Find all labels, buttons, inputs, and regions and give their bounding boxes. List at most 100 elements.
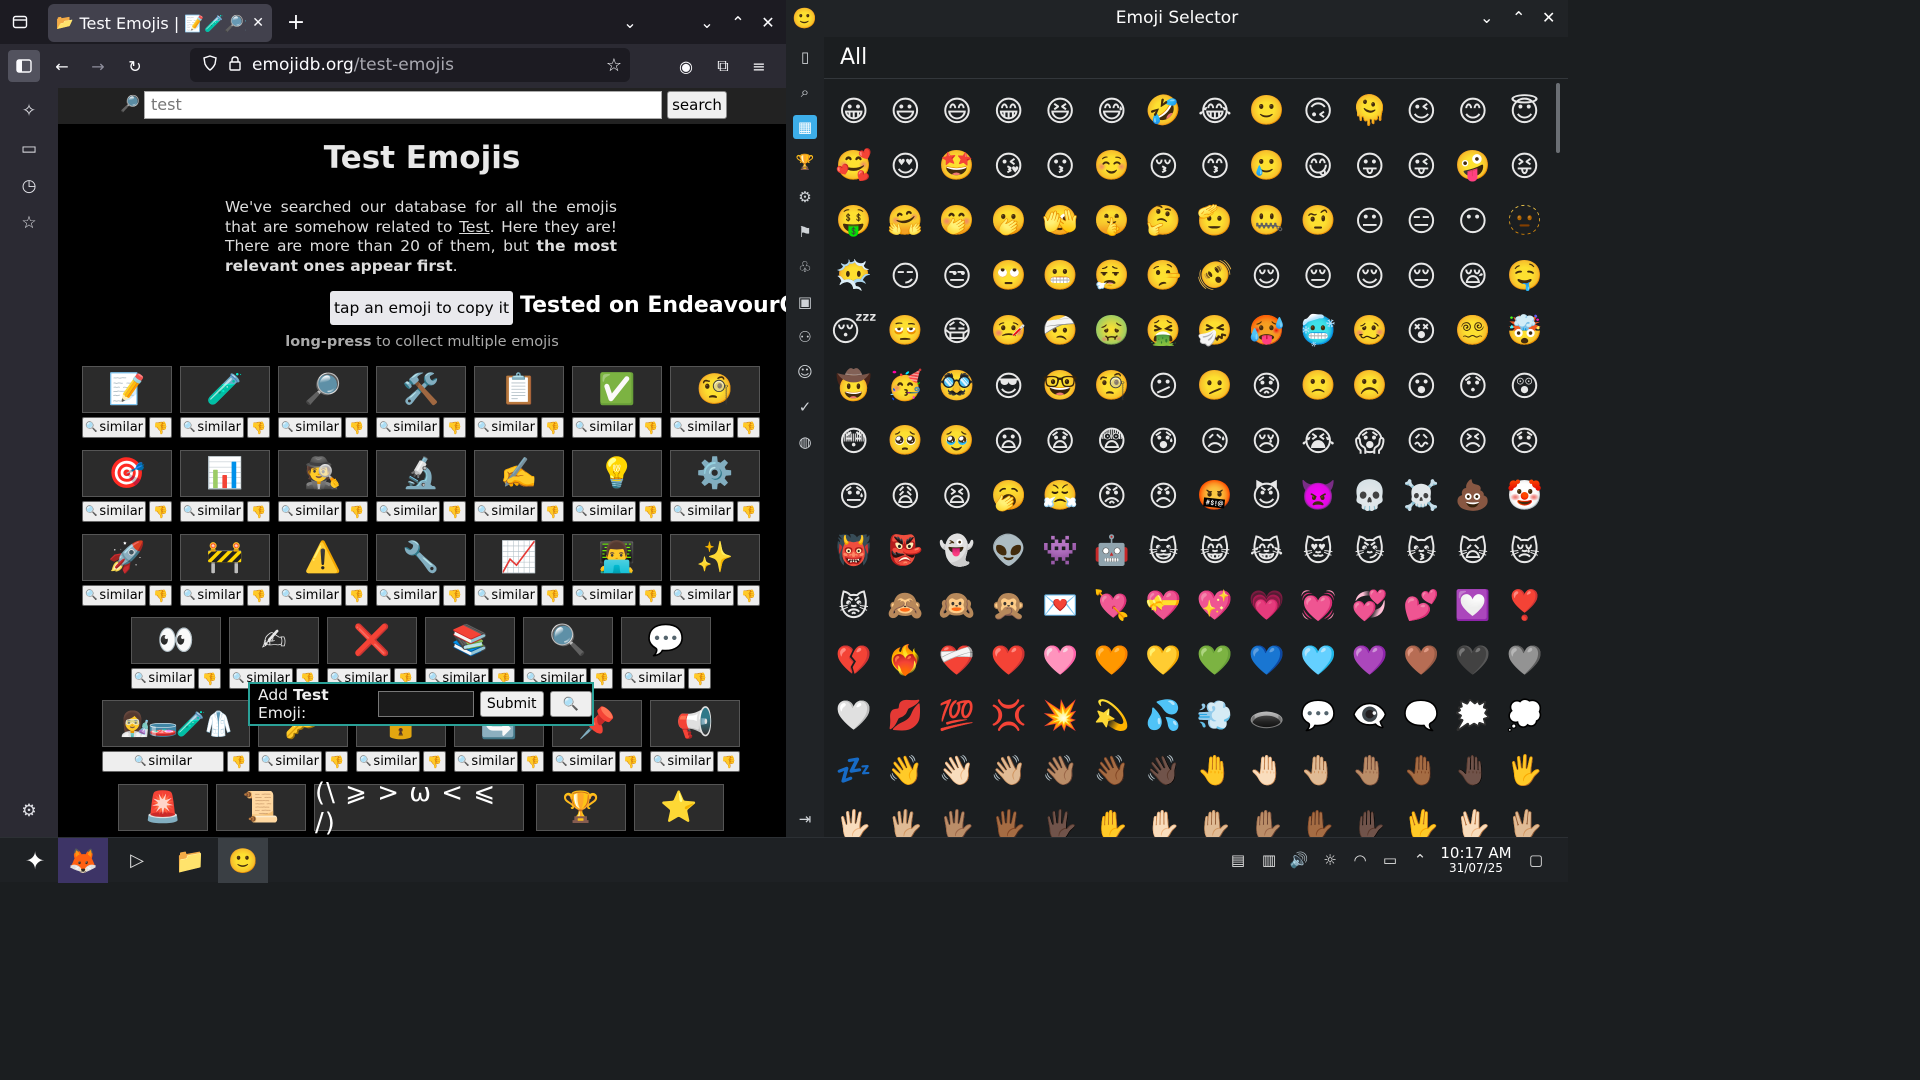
intro-test-link[interactable]: Test [459, 218, 490, 236]
selector-emoji[interactable]: 🙈 [880, 578, 932, 633]
selector-emoji[interactable]: 😿 [1499, 523, 1551, 578]
clipboard-tray-icon[interactable]: ▤ [1228, 850, 1248, 870]
selector-minimize-icon[interactable]: ⌄ [1480, 8, 1493, 27]
selector-emoji[interactable]: 😼 [1344, 523, 1396, 578]
ai-sparkle-icon[interactable]: ✧ [16, 98, 42, 124]
similar-button[interactable]: 🔍 similar [82, 585, 146, 606]
emoji-copy-button[interactable]: 🔧 [376, 534, 466, 581]
thumbs-down-button[interactable]: 👎 [443, 585, 466, 606]
emoji-copy-button[interactable]: 📈 [474, 534, 564, 581]
selector-emoji[interactable]: ❤️‍🩹 [931, 633, 983, 688]
collapse-sidebar-icon[interactable]: ⇥ [793, 807, 817, 831]
similar-button[interactable]: 🔍 similar [474, 585, 538, 606]
selector-emoji[interactable]: ✋ [1086, 798, 1138, 837]
selector-emoji[interactable]: 😱 [1344, 413, 1396, 468]
emoji-copy-button[interactable]: 👨‍💻 [572, 534, 662, 581]
thumbs-down-button[interactable]: 👎 [737, 417, 760, 438]
selector-emoji[interactable]: 🤬 [1189, 468, 1241, 523]
notes-tray-icon[interactable]: ▥ [1259, 850, 1279, 870]
account-icon[interactable]: ◉ [672, 52, 700, 80]
selector-emoji[interactable]: 👋🏽 [1034, 743, 1086, 798]
thumbs-down-button[interactable]: 👎 [521, 751, 544, 772]
selector-emoji[interactable]: 😽 [1396, 523, 1448, 578]
selector-emoji[interactable]: 🤠 [828, 358, 880, 413]
history-icon[interactable]: ◷ [16, 173, 42, 199]
thumbs-down-button[interactable]: 👎 [443, 501, 466, 522]
sidebar-settings-icon[interactable]: ⚙ [16, 798, 42, 824]
similar-button[interactable]: 🔍 similar [356, 751, 420, 772]
selector-emoji[interactable]: 🥲 [1241, 138, 1293, 193]
all-icon[interactable]: ▦ [793, 115, 817, 139]
emoji-copy-button[interactable]: 📝 [82, 366, 172, 413]
emoji-copy-button[interactable]: ⚙️ [670, 450, 760, 497]
activities-icon[interactable]: 🏆 [793, 150, 817, 174]
travel-icon[interactable]: ◍ [793, 430, 817, 454]
emoji-copy-button[interactable]: 🚧 [180, 534, 270, 581]
similar-button[interactable]: 🔍 similar [454, 751, 518, 772]
selector-emoji[interactable]: 😎 [983, 358, 1035, 413]
thumbs-down-button[interactable]: 👎 [247, 417, 270, 438]
wifi-tray-icon[interactable]: ◠ [1350, 850, 1370, 870]
emoji-copy-button[interactable]: 👀 [131, 617, 221, 664]
selector-emoji[interactable]: 😴 [828, 303, 880, 358]
selector-emoji[interactable]: 🤚🏼 [1292, 743, 1344, 798]
selector-emoji[interactable]: 😇 [1499, 83, 1551, 138]
selector-emoji[interactable]: 🙉 [931, 578, 983, 633]
selector-emoji[interactable]: 😞 [1499, 413, 1551, 468]
similar-button[interactable]: 🔍 similar [572, 417, 636, 438]
selector-emoji[interactable]: 😸 [1189, 523, 1241, 578]
selector-emoji[interactable]: 💞 [1344, 578, 1396, 633]
selector-emoji[interactable]: 🫡 [1189, 193, 1241, 248]
selector-emoji[interactable]: 🤮 [1138, 303, 1190, 358]
selector-emoji[interactable]: 😀 [828, 83, 880, 138]
new-tab-button[interactable]: + [282, 8, 310, 36]
selector-emoji[interactable]: ☹️ [1344, 358, 1396, 413]
selector-emoji[interactable]: 🖐️ [1499, 743, 1551, 798]
selector-emoji[interactable]: 👿 [1292, 468, 1344, 523]
selector-emoji[interactable]: ✋🏼 [1189, 798, 1241, 837]
selector-emoji[interactable]: 🥹 [931, 413, 983, 468]
selector-emoji[interactable]: ❣️ [1499, 578, 1551, 633]
thumbs-down-button[interactable]: 👎 [541, 585, 564, 606]
thumbs-down-button[interactable]: 👎 [639, 585, 662, 606]
selector-emoji[interactable]: 😍 [880, 138, 932, 193]
similar-button[interactable]: 🔍 similar [82, 501, 146, 522]
similar-button[interactable]: 🔍 similar [474, 417, 538, 438]
selector-emoji[interactable]: 😷 [931, 303, 983, 358]
selector-emoji[interactable]: 😊 [1447, 83, 1499, 138]
selector-emoji[interactable]: 🙁 [1292, 358, 1344, 413]
selector-emoji[interactable]: 😚 [1138, 138, 1190, 193]
selector-emoji[interactable]: 🥸 [931, 358, 983, 413]
selector-emoji[interactable]: 🤥 [1138, 248, 1190, 303]
selector-emoji[interactable]: 😈 [1241, 468, 1293, 523]
thumbs-down-button[interactable]: 👎 [345, 417, 368, 438]
selector-emoji[interactable]: 🙀 [1447, 523, 1499, 578]
menu-icon[interactable]: ≡ [745, 52, 773, 80]
minimize-icon[interactable]: ⌄ [693, 8, 721, 36]
similar-button[interactable]: 🔍 similar [572, 585, 636, 606]
selector-emoji[interactable]: 🤧 [1189, 303, 1241, 358]
selector-emoji[interactable]: 😶‍🌫️ [828, 248, 880, 303]
copy-hint-button[interactable]: tap an emoji to copy it [330, 291, 513, 325]
selector-emoji[interactable]: ☺️ [1086, 138, 1138, 193]
thumbs-down-button[interactable]: 👎 [345, 585, 368, 606]
emoji-copy-button[interactable]: ⭐ [634, 784, 724, 831]
similar-button[interactable]: 🔍 similar [180, 417, 244, 438]
selector-emoji[interactable]: 😨 [1086, 413, 1138, 468]
selector-emoji[interactable]: 😠 [1138, 468, 1190, 523]
flags-icon[interactable]: ⚑ [793, 220, 817, 244]
selector-emoji[interactable]: 😫 [931, 468, 983, 523]
selector-emoji[interactable]: 😢 [1241, 413, 1293, 468]
selector-emoji[interactable]: 😶 [1447, 193, 1499, 248]
selector-emoji[interactable]: 👹 [828, 523, 880, 578]
emoji-copy-button[interactable]: 🚨 [118, 784, 208, 831]
selector-emoji[interactable]: 💢 [983, 688, 1035, 743]
app-launcher-icon[interactable]: ✦ [10, 838, 60, 883]
selector-emoji[interactable]: 🤓 [1034, 358, 1086, 413]
similar-button[interactable]: 🔍 similar [670, 585, 734, 606]
emoji-copy-button[interactable]: 💬 [621, 617, 711, 664]
selector-emoji[interactable]: ☠️ [1396, 468, 1448, 523]
selector-emoji[interactable]: 😺 [1138, 523, 1190, 578]
thumbs-down-button[interactable]: 👎 [737, 585, 760, 606]
emoji-selector-task-icon[interactable]: 🙂 [218, 838, 268, 883]
